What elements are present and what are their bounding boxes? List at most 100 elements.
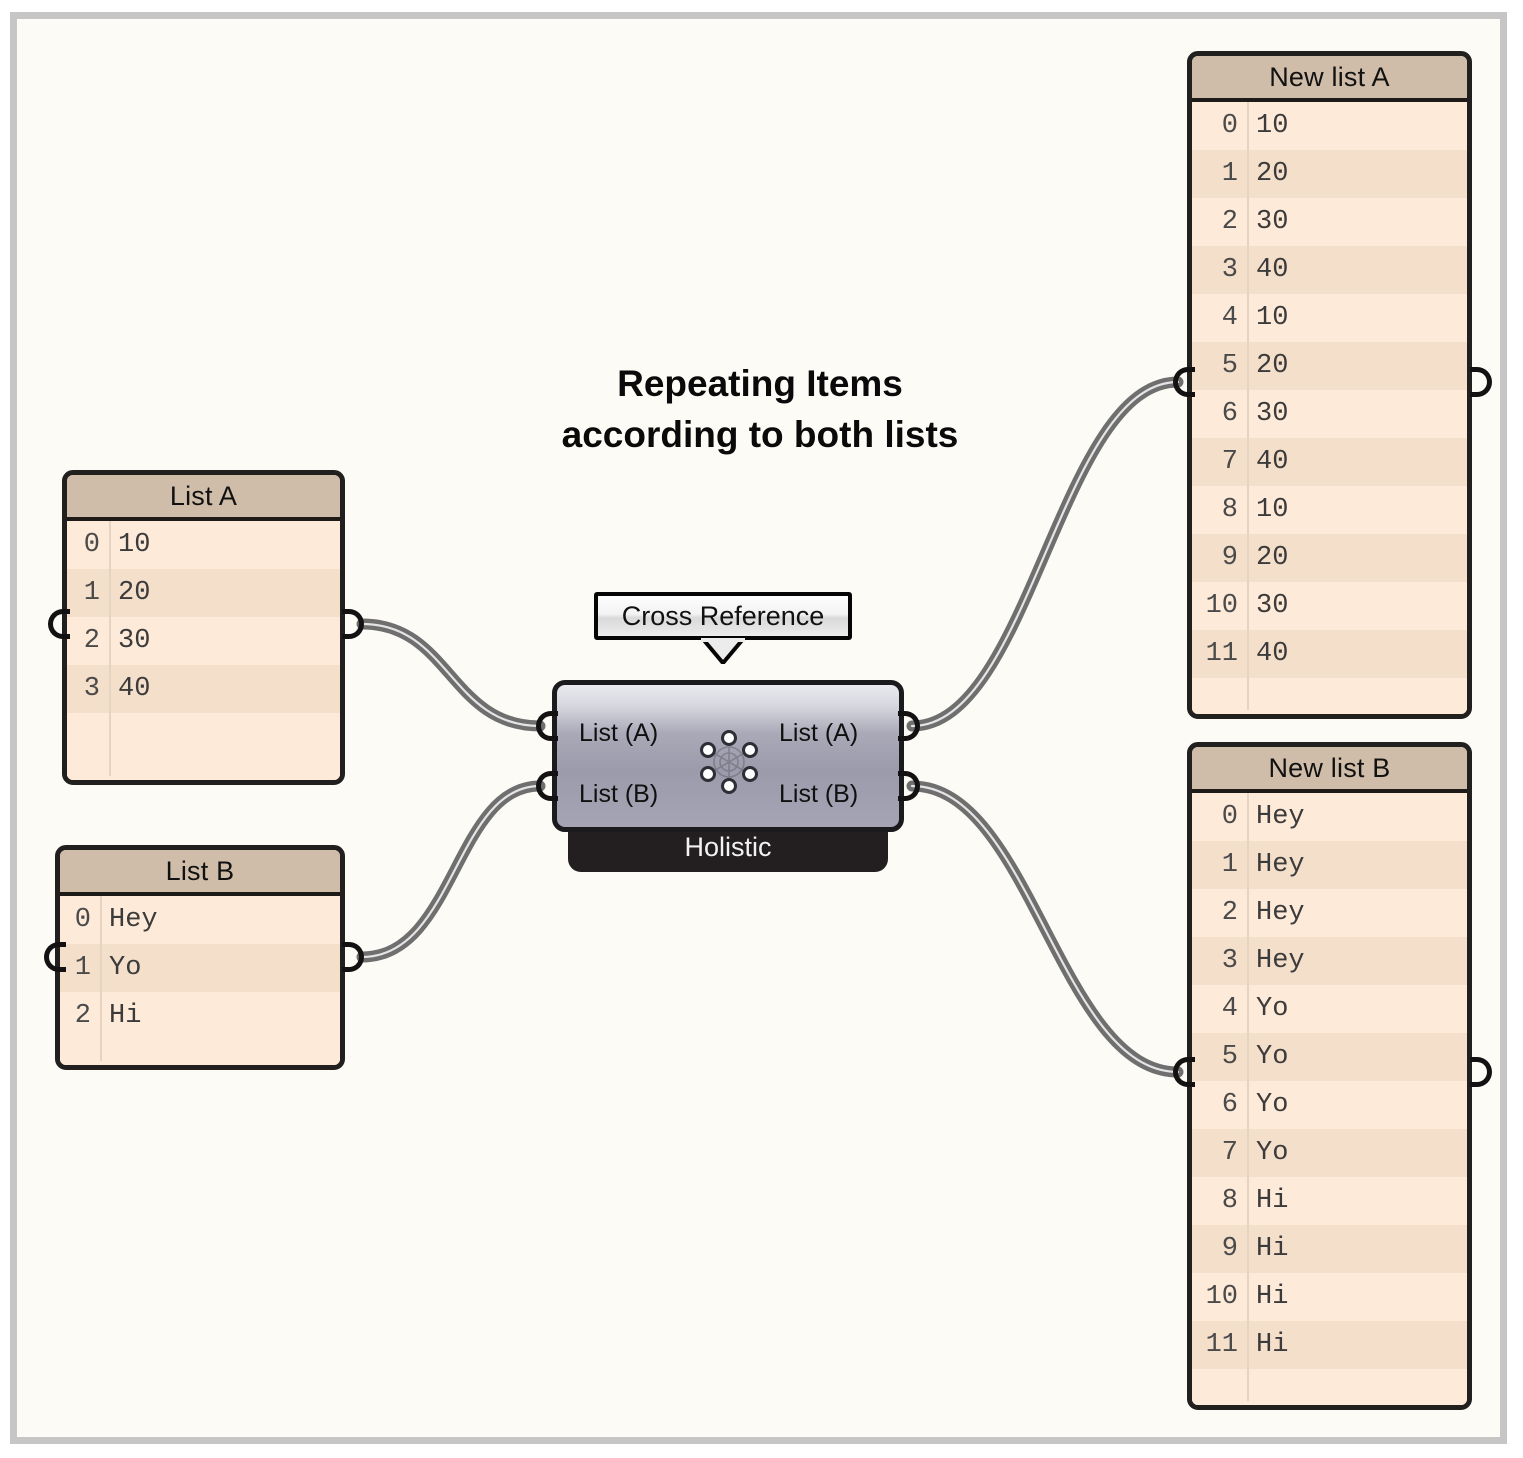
- table-row[interactable]: 5 20: [1192, 342, 1467, 390]
- row-value: 20: [118, 578, 151, 608]
- row-value: 20: [1256, 543, 1289, 573]
- port-list-a-input[interactable]: [48, 609, 70, 639]
- row-value: 20: [1256, 351, 1289, 381]
- node-output-label-list-b: List (B): [779, 780, 859, 808]
- row-index: 1: [74, 953, 91, 983]
- table-row-blank: [1192, 678, 1467, 714]
- row-value: Hey: [1256, 898, 1305, 928]
- table-row[interactable]: 0 10: [67, 521, 340, 569]
- diagram-stage: Repeating Items according to both lists …: [0, 0, 1523, 1458]
- row-value: 40: [1256, 255, 1289, 285]
- table-row[interactable]: 7 Yo: [1192, 1129, 1467, 1177]
- table-row[interactable]: 1 Hey: [1192, 841, 1467, 889]
- row-index: 6: [1221, 1090, 1238, 1120]
- row-index: 1: [1221, 159, 1238, 189]
- row-value: 20: [1256, 159, 1289, 189]
- row-index: 0: [74, 905, 91, 935]
- panel-new-list-a-body: 0 10 1 20 2 30 3 40 4 10 5 20 6 30 7 40 8 10 9 20 …: [1192, 102, 1467, 714]
- row-index: 10: [1205, 1282, 1238, 1312]
- row-index: 5: [1221, 1042, 1238, 1072]
- table-row[interactable]: 2 30: [1192, 198, 1467, 246]
- table-row[interactable]: 9 Hi: [1192, 1225, 1467, 1273]
- node-lacing-label: Holistic: [684, 831, 772, 862]
- table-row[interactable]: 10 Hi: [1192, 1273, 1467, 1321]
- row-index: 3: [83, 674, 100, 704]
- row-value: 40: [118, 674, 151, 704]
- panel-new-list-a[interactable]: New list A 0 10 1 20 2 30 3 40 4 10 5 20 6 30 7…: [1187, 51, 1472, 719]
- title-line-1: Repeating Items: [617, 363, 903, 404]
- panel-list-a-body: 0 10 1 20 2 30 3 40: [67, 521, 340, 780]
- table-row[interactable]: 9 20: [1192, 534, 1467, 582]
- table-row-blank: [67, 713, 340, 761]
- table-row[interactable]: 3 40: [67, 665, 340, 713]
- row-value: Hi: [1256, 1234, 1289, 1264]
- table-row-blank: [67, 761, 340, 780]
- table-row[interactable]: 3 Hey: [1192, 937, 1467, 985]
- table-row[interactable]: 3 40: [1192, 246, 1467, 294]
- port-node-input-list-b[interactable]: [536, 771, 558, 801]
- panel-list-a[interactable]: List A 0 10 1 20 2 30 3 40: [62, 470, 345, 785]
- table-row[interactable]: 11 Hi: [1192, 1321, 1467, 1369]
- row-value: Hey: [1256, 850, 1305, 880]
- row-index: 4: [1221, 303, 1238, 333]
- port-new-list-a-input[interactable]: [1173, 367, 1195, 397]
- column-divider: [1247, 793, 1249, 1401]
- row-value: 30: [1256, 591, 1289, 621]
- panel-new-list-a-header: New list A: [1192, 56, 1467, 102]
- row-index: 9: [1221, 1234, 1238, 1264]
- table-row[interactable]: 0 10: [1192, 102, 1467, 150]
- panel-new-list-b-header: New list B: [1192, 747, 1467, 793]
- table-row[interactable]: 1 20: [67, 569, 340, 617]
- table-row[interactable]: 4 Yo: [1192, 985, 1467, 1033]
- table-row[interactable]: 10 30: [1192, 582, 1467, 630]
- table-row[interactable]: 0 Hey: [1192, 793, 1467, 841]
- table-row[interactable]: 8 Hi: [1192, 1177, 1467, 1225]
- panel-list-b[interactable]: List B 0 Hey 1 Yo 2 Hi: [55, 845, 345, 1070]
- port-list-b-input[interactable]: [44, 942, 66, 972]
- port-node-input-list-a[interactable]: [536, 711, 558, 741]
- table-row[interactable]: 11 40: [1192, 630, 1467, 678]
- row-value: Yo: [1256, 1042, 1289, 1072]
- row-index: 7: [1221, 447, 1238, 477]
- row-index: 8: [1221, 495, 1238, 525]
- row-value: Yo: [1256, 994, 1289, 1024]
- row-value: Hi: [1256, 1186, 1289, 1216]
- table-row[interactable]: 2 30: [67, 617, 340, 665]
- row-index: 3: [1221, 946, 1238, 976]
- row-value: 40: [1256, 447, 1289, 477]
- port-new-list-b-input[interactable]: [1173, 1057, 1195, 1087]
- row-value: 10: [1256, 495, 1289, 525]
- row-value: Hey: [109, 905, 158, 935]
- row-index: 7: [1221, 1138, 1238, 1168]
- panel-new-list-b[interactable]: New list B 0 Hey 1 Hey 2 Hey 3 Hey 4 Yo 5 Yo 6…: [1187, 742, 1472, 1410]
- table-row[interactable]: 2 Hi: [60, 992, 340, 1040]
- table-row[interactable]: 1 Yo: [60, 944, 340, 992]
- table-row[interactable]: 6 30: [1192, 390, 1467, 438]
- panel-new-list-b-title: New list B: [1268, 752, 1391, 783]
- table-row[interactable]: 0 Hey: [60, 896, 340, 944]
- node-input-label-list-b: List (B): [579, 780, 659, 808]
- row-value: 30: [118, 626, 151, 656]
- row-index: 3: [1221, 255, 1238, 285]
- row-index: 1: [83, 578, 100, 608]
- table-row[interactable]: 8 10: [1192, 486, 1467, 534]
- row-value: 10: [1256, 303, 1289, 333]
- row-index: 2: [83, 626, 100, 656]
- panel-new-list-b-body: 0 Hey 1 Hey 2 Hey 3 Hey 4 Yo 5 Yo 6 Yo 7 Yo 8 Hi …: [1192, 793, 1467, 1405]
- table-row[interactable]: 2 Hey: [1192, 889, 1467, 937]
- column-divider: [100, 896, 102, 1061]
- table-row[interactable]: 5 Yo: [1192, 1033, 1467, 1081]
- table-row[interactable]: 7 40: [1192, 438, 1467, 486]
- row-index: 0: [1221, 802, 1238, 832]
- node-body[interactable]: List (A) List (B) List (A) List (B): [552, 680, 904, 832]
- panel-list-b-header: List B: [60, 850, 340, 896]
- table-row[interactable]: 6 Yo: [1192, 1081, 1467, 1129]
- row-index: 10: [1205, 591, 1238, 621]
- title-line-2: according to both lists: [561, 414, 959, 456]
- table-row[interactable]: 4 10: [1192, 294, 1467, 342]
- table-row[interactable]: 1 20: [1192, 150, 1467, 198]
- tooltip-cross-reference: Cross Reference: [594, 592, 852, 640]
- tooltip-tail-icon: [700, 638, 746, 664]
- row-index: 5: [1221, 351, 1238, 381]
- panel-new-list-a-title: New list A: [1269, 61, 1390, 92]
